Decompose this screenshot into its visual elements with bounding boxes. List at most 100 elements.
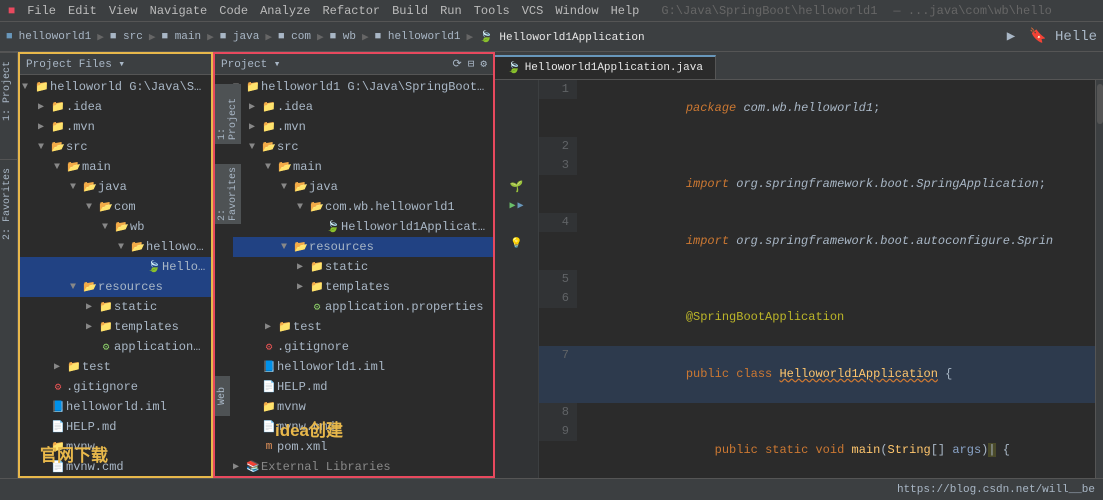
tree-m-iml[interactable]: 📘 helloworld1.iml (233, 357, 493, 377)
menu-file[interactable]: File (27, 4, 56, 18)
menu-refactor[interactable]: Refactor (322, 4, 380, 18)
debug-gutter-icon[interactable]: ▶ (518, 200, 524, 212)
tree-m-app-props[interactable]: ⚙ application.properties (233, 297, 493, 317)
line-num: 6 (539, 289, 577, 308)
project-label[interactable]: Project ▾ (221, 57, 280, 71)
properties-icon: ⚙ (309, 300, 325, 314)
web-tab[interactable]: Web (215, 376, 230, 416)
code-line-6: 6 @SpringBootApplication (539, 289, 1095, 346)
tree-test[interactable]: ▶ 📁 test (20, 357, 211, 377)
code-line-1: 1 package com.wb.helloworld1; (539, 80, 1095, 137)
tree-src[interactable]: ▼ 📂 src (20, 137, 211, 157)
tree-m-idea[interactable]: ▶ 📁 .idea (233, 97, 493, 117)
breadcrumb-com[interactable]: ■ com (278, 31, 311, 43)
breadcrumb-java[interactable]: ■ java (220, 31, 260, 43)
tree-helloworld[interactable]: ▼ 📁 helloworld G:\Java\SpringBo (20, 77, 211, 97)
tree-m-resources[interactable]: ▼ 📂 resources (233, 237, 493, 257)
tree-label: .gitignore (66, 380, 207, 394)
tree-m-pom[interactable]: m pom.xml (233, 437, 493, 457)
tree-m-static[interactable]: ▶ 📁 static (233, 257, 493, 277)
tree-app-properties[interactable]: ⚙ application.prope (20, 337, 211, 357)
tree-m-test[interactable]: ▶ 📁 test (233, 317, 493, 337)
tree-m-helloworld1[interactable]: ▼ 📁 helloworld1 G:\Java\SpringBoot\hello… (233, 77, 493, 97)
tree-iml[interactable]: 📘 helloworld.iml (20, 397, 211, 417)
menu-help[interactable]: Help (611, 4, 640, 18)
folder-icon: 📂 (277, 160, 293, 174)
code-line-9: 9 public static void main(String[] args)… (539, 422, 1095, 478)
line-num: 2 (539, 137, 577, 156)
project-files-label: Project Files ▾ (26, 57, 125, 71)
tree-m-mvn[interactable]: ▶ 📁 .mvn (233, 117, 493, 137)
menu-code[interactable]: Code (219, 4, 248, 18)
line-code: @SpringBootApplication (577, 289, 1095, 346)
tree-gitignore[interactable]: ⚙ .gitignore (20, 377, 211, 397)
tree-m-templates[interactable]: ▶ 📁 templates (233, 277, 493, 297)
menu-analyze[interactable]: Analyze (260, 4, 310, 18)
editor-tab-helloworld1app[interactable]: 🍃 Helloworld1Application.java (495, 55, 716, 79)
tree-mvn[interactable]: ▶ 📁 .mvn (20, 117, 211, 137)
gear-icon[interactable]: ⚙ (480, 57, 487, 71)
tree-wb[interactable]: ▼ 📂 wb (20, 217, 211, 237)
menu-tools[interactable]: Tools (474, 4, 510, 18)
tab-favorites[interactable]: 2: Favorites (0, 159, 17, 248)
menu-view[interactable]: View (109, 4, 138, 18)
breadcrumb-project[interactable]: ■ (6, 31, 13, 43)
tree-m-src[interactable]: ▼ 📂 src (233, 137, 493, 157)
tree-label: test (293, 320, 489, 334)
app-icon: ■ (8, 4, 15, 18)
breadcrumb-helloworld1-pkg[interactable]: ■ helloworld1 (375, 31, 461, 43)
toolbar-run-icon[interactable]: ▶ (1007, 28, 1015, 45)
tree-m-pkg[interactable]: ▼ 📂 com.wb.helloworld1 (233, 197, 493, 217)
tab-project[interactable]: 1: Project (0, 52, 17, 129)
arrow-icon: ▼ (249, 142, 261, 153)
tree-m-gitignore[interactable]: ⚙ .gitignore (233, 337, 493, 357)
tree-m-java[interactable]: ▼ 📂 java (233, 177, 493, 197)
breadcrumb-main[interactable]: ■ main (162, 31, 202, 43)
breadcrumb-active-file[interactable]: 🍃 Helloworld1Application (479, 30, 645, 44)
breadcrumb-sep1: ▶ (97, 30, 104, 44)
folder-icon: 📁 (98, 300, 114, 314)
folder-icon: 📂 (293, 180, 309, 194)
tree-m-ext-libs[interactable]: ▶ 📚 External Libraries (233, 457, 493, 476)
menu-window[interactable]: Window (555, 4, 598, 18)
tree-main[interactable]: ▼ 📂 main (20, 157, 211, 177)
menu-build[interactable]: Build (392, 4, 428, 18)
sync-icon[interactable]: ⟳ (453, 57, 462, 71)
tree-templates[interactable]: ▶ 📁 templates (20, 317, 211, 337)
tree-m-main[interactable]: ▼ 📂 main (233, 157, 493, 177)
folder-icon: 📂 (66, 160, 82, 174)
folder-icon: 📂 (261, 140, 277, 154)
tree-m-mvnw[interactable]: 📁 mvnw (233, 397, 493, 417)
menu-run[interactable]: Run (440, 4, 462, 18)
menu-navigate[interactable]: Navigate (150, 4, 208, 18)
tree-resources[interactable]: ▼ 📂 resources (20, 277, 211, 297)
middle-left-tab[interactable]: 1: Project (215, 84, 241, 144)
menu-edit[interactable]: Edit (68, 4, 97, 18)
tree-idea[interactable]: ▶ 📁 .idea (20, 97, 211, 117)
middle-fav-tab[interactable]: 2: Favorites (215, 164, 241, 224)
run-gutter-icon[interactable]: ▶ (509, 200, 515, 212)
tree-m-app-class[interactable]: 🍃 Helloworld1Application (233, 217, 493, 237)
toolbar-bookmark-icon[interactable]: 🔖 Helle (1029, 28, 1097, 45)
left-panel-header[interactable]: Project Files ▾ (20, 54, 211, 75)
tree-java[interactable]: ▼ 📂 java (20, 177, 211, 197)
folder-icon: 📁 (277, 320, 293, 334)
arrow-icon: ▶ (38, 121, 50, 133)
tree-m-help[interactable]: 📄 HELP.md (233, 377, 493, 397)
tree-help[interactable]: 📄 HELP.md (20, 417, 211, 437)
collapse-icon[interactable]: ⊟ (468, 57, 475, 71)
breadcrumb-wb[interactable]: ■ wb (330, 31, 356, 43)
line-num: 3 (539, 156, 577, 175)
tree-helloworld1-app[interactable]: 🍃 Hellowo (20, 257, 211, 277)
breadcrumb-src[interactable]: ■ src (110, 31, 143, 43)
breadcrumb-helloworld1[interactable]: helloworld1 (19, 31, 92, 43)
tree-m-mvnw-cmd[interactable]: 📄 mvnw.cmd (233, 417, 493, 437)
folder-icon: 📁 (50, 120, 66, 134)
tree-com[interactable]: ▼ 📂 com (20, 197, 211, 217)
editor-scrollbar[interactable] (1095, 80, 1103, 478)
line-num: 8 (539, 403, 577, 422)
tree-static[interactable]: ▶ 📁 static (20, 297, 211, 317)
tree-helloworld-pkg[interactable]: ▼ 📂 helloworldi (20, 237, 211, 257)
tree-label: .mvn (277, 120, 489, 134)
menu-vcs[interactable]: VCS (522, 4, 544, 18)
